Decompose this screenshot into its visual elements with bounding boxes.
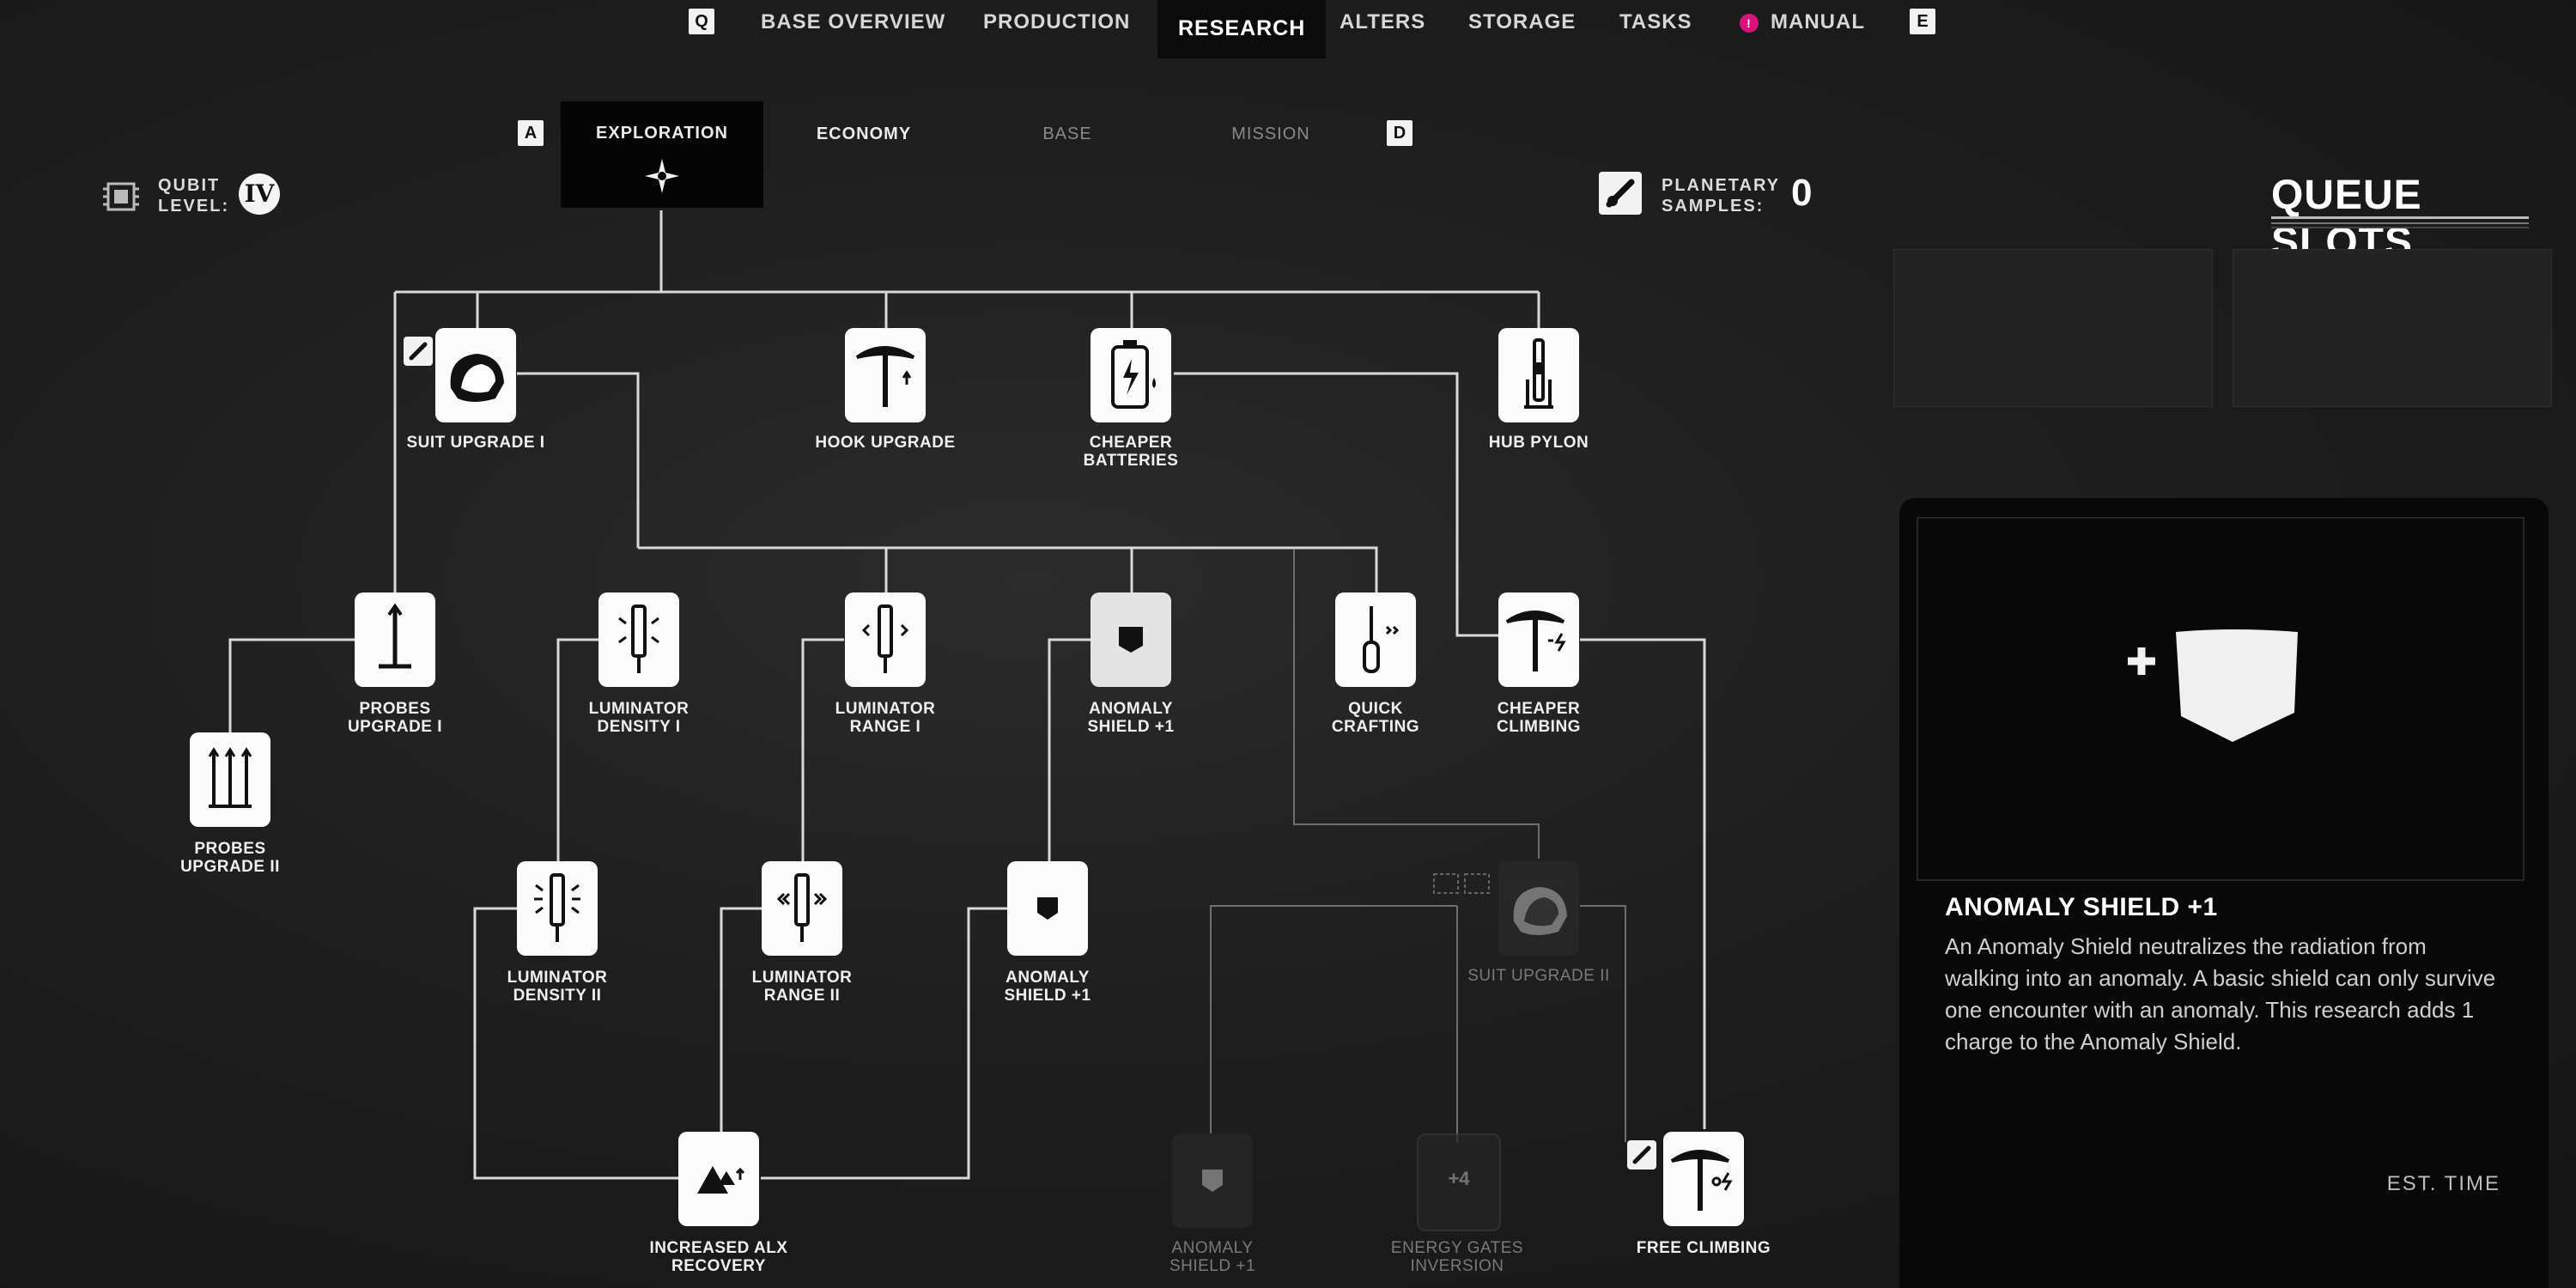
- label-line: LUMINATOR: [588, 700, 690, 718]
- label-line: ANOMALY: [1089, 700, 1173, 718]
- label-line: UPGRADE II: [180, 858, 280, 876]
- luminator-icon: [776, 873, 828, 942]
- next-tab-key[interactable]: E: [1910, 9, 1935, 34]
- label-energy-gates-inversion: ENERGY GATES INVERSION: [1371, 1239, 1543, 1275]
- label-luminator-density-1: LUMINATOR DENSITY I: [553, 700, 725, 736]
- energy-gate-icon: +4: [1448, 1168, 1470, 1189]
- label-line: ANOMALY: [1005, 969, 1090, 987]
- label-probes-upgrade-2: PROBES UPGRADE II: [144, 840, 316, 876]
- plus-icon: [2128, 647, 2155, 675]
- label-line: DENSITY I: [597, 718, 681, 736]
- label-line: ANOMALY: [1171, 1239, 1254, 1257]
- label-line: CHEAPER: [1497, 700, 1581, 718]
- helmet-icon: [450, 354, 504, 402]
- detail-description: An Anomaly Shield neutralizes the radiat…: [1945, 933, 2496, 1054]
- node-energy-gates-inversion[interactable]: +4: [1417, 1133, 1501, 1231]
- label-suit-upgrade-2: SUIT UPGRADE II: [1467, 967, 1610, 985]
- label-line: RANGE II: [763, 987, 841, 1005]
- label-line: SHIELD +1: [1004, 987, 1091, 1005]
- luminator-icon: [861, 605, 909, 673]
- node-luminator-density-1[interactable]: [598, 592, 679, 687]
- label-anomaly-shield-2: ANOMALY SHIELD +1: [962, 969, 1133, 1005]
- label-line: LUMINATOR: [751, 969, 853, 987]
- label-hub-pylon: HUB PYLON: [1488, 434, 1589, 452]
- label-hook-upgrade: HOOK UPGRADE: [815, 434, 956, 452]
- label-line: DENSITY II: [513, 987, 602, 1005]
- node-suit-upgrade-2[interactable]: [1498, 861, 1579, 956]
- label-suit-upgrade-1: SUIT UPGRADE I: [406, 434, 545, 452]
- node-suit-upgrade-1[interactable]: [435, 328, 516, 422]
- tree-connectors: [228, 210, 1706, 1180]
- label-free-climbing: FREE CLIMBING: [1636, 1239, 1771, 1257]
- node-probes-upgrade-2[interactable]: [190, 732, 270, 827]
- screwdriver-icon: [1363, 606, 1400, 673]
- queue-slot[interactable]: [1893, 249, 2213, 407]
- pickaxe-icon: [855, 346, 915, 407]
- sample-cost-icon: [404, 337, 433, 366]
- label-line: ENERGY GATES: [1390, 1239, 1524, 1257]
- shield-icon: [1119, 627, 1143, 653]
- label-line: CRAFTING: [1331, 718, 1420, 736]
- label-luminator-range-2: LUMINATOR RANGE II: [716, 969, 888, 1005]
- label-anomaly-shield-1: ANOMALY SHIELD +1: [1045, 700, 1217, 736]
- alx-icon: [697, 1166, 745, 1194]
- shield-preview-icon: [2176, 629, 2298, 742]
- label-line: SHIELD +1: [1087, 718, 1175, 736]
- node-hub-pylon[interactable]: [1498, 328, 1579, 422]
- est-time-label: EST. TIME: [2386, 1172, 2500, 1195]
- node-cheaper-batteries[interactable]: [1091, 328, 1171, 422]
- shield-icon: [1037, 897, 1058, 920]
- locked-cost-slots: [1432, 872, 1492, 895]
- label-line: LUMINATOR: [835, 700, 936, 718]
- sample-cost-icon: [1627, 1140, 1656, 1170]
- label-increased-alx-recovery: INCREASED ALX RECOVERY: [633, 1239, 805, 1275]
- label-quick-crafting: QUICK CRAFTING: [1290, 700, 1461, 736]
- label-anomaly-shield-3: ANOMALY SHIELD +1: [1127, 1239, 1298, 1275]
- label-line: LUMINATOR: [507, 969, 608, 987]
- label-probes-upgrade-1: PROBES UPGRADE I: [309, 700, 481, 736]
- label-line: UPGRADE I: [347, 718, 443, 736]
- queue-title-reflection: [2271, 216, 2529, 228]
- label-line: BATTERIES: [1083, 452, 1179, 470]
- battery-icon: [1111, 340, 1156, 409]
- probe-cluster-icon: [208, 747, 252, 808]
- pickaxe-icon: [1505, 611, 1566, 671]
- node-probes-upgrade-1[interactable]: [355, 592, 435, 687]
- node-free-climbing[interactable]: [1663, 1132, 1744, 1226]
- node-anomaly-shield-3[interactable]: [1172, 1133, 1253, 1228]
- label-line: CHEAPER: [1089, 434, 1173, 452]
- label-line: PROBES: [359, 700, 431, 718]
- label-luminator-range-1: LUMINATOR RANGE I: [799, 700, 971, 736]
- pylon-icon: [1524, 338, 1553, 409]
- label-cheaper-climbing: CHEAPER CLIMBING: [1453, 700, 1625, 736]
- node-increased-alx-recovery[interactable]: [678, 1132, 759, 1226]
- detail-title: ANOMALY SHIELD +1: [1945, 893, 2218, 921]
- node-quick-crafting[interactable]: [1335, 592, 1416, 687]
- helmet-icon: [1513, 887, 1567, 935]
- label-line: SHIELD +1: [1169, 1257, 1256, 1275]
- queue-slot[interactable]: [2233, 249, 2552, 407]
- label-line: INVERSION: [1410, 1257, 1504, 1275]
- label-line: INCREASED ALX: [649, 1239, 788, 1257]
- label-line: RANGE I: [849, 718, 921, 736]
- node-anomaly-shield-2[interactable]: [1007, 861, 1088, 956]
- node-luminator-density-2[interactable]: [517, 861, 598, 956]
- label-line: CLIMBING: [1497, 718, 1581, 736]
- probe-icon: [379, 603, 411, 669]
- node-hook-upgrade[interactable]: [845, 328, 926, 422]
- luminator-icon: [618, 605, 659, 673]
- label-cheaper-batteries: CHEAPER BATTERIES: [1045, 434, 1217, 470]
- node-cheaper-climbing[interactable]: [1498, 592, 1579, 687]
- label-line: QUICK: [1348, 700, 1403, 718]
- shield-icon: [1202, 1170, 1223, 1192]
- node-anomaly-shield-1[interactable]: [1091, 592, 1171, 687]
- label-line: RECOVERY: [671, 1257, 766, 1275]
- node-luminator-range-1[interactable]: [845, 592, 926, 687]
- label-luminator-density-2: LUMINATOR DENSITY II: [471, 969, 643, 1005]
- node-luminator-range-2[interactable]: [762, 861, 842, 956]
- label-line: PROBES: [194, 840, 266, 858]
- research-detail-panel: ANOMALY SHIELD +1 An Anomaly Shield neut…: [1899, 498, 2549, 1288]
- pickaxe-icon: [1670, 1150, 1733, 1211]
- luminator-icon: [534, 873, 580, 942]
